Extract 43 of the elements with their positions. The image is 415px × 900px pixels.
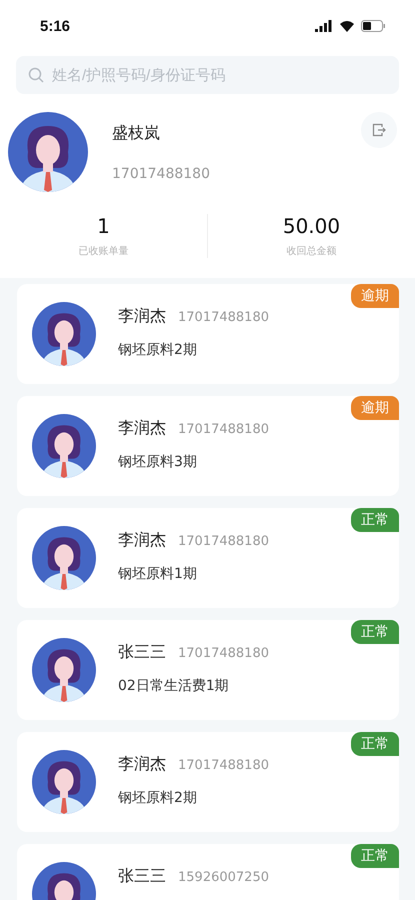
record-name: 张三三: [118, 866, 166, 887]
record-name: 李润杰: [118, 530, 166, 551]
record-phone: 17017488180: [178, 534, 269, 549]
record-card[interactable]: 张三三 17017488180 02日常生活费1期 正常: [17, 620, 399, 720]
record-card[interactable]: 李润杰 17017488180 钢坯原料2期 正常: [17, 732, 399, 832]
record-phone: 17017488180: [178, 310, 269, 325]
record-name: 李润杰: [118, 418, 166, 439]
stat-label: 收回总金额: [286, 244, 336, 258]
wifi-icon: [339, 20, 355, 32]
stat-value: 50.00: [282, 214, 340, 238]
status-badge: 逾期: [351, 396, 399, 420]
status-badge: 正常: [351, 508, 399, 532]
record-phone: 15926007250: [178, 870, 269, 885]
record-item: 钢坯原料1期: [118, 565, 198, 583]
status-badge: 逾期: [351, 284, 399, 308]
record-card[interactable]: 李润杰 17017488180 钢坯原料1期 正常: [17, 508, 399, 608]
stat-value: 1: [97, 214, 110, 238]
status-badge: 正常: [351, 732, 399, 756]
record-item: 钢坯原料2期: [118, 789, 198, 807]
record-item: 钢坯原料3期: [118, 453, 198, 471]
status-badge: 正常: [351, 844, 399, 868]
logout-icon: [372, 123, 386, 137]
record-name: 张三三: [118, 642, 166, 663]
profile-phone: 17017488180: [112, 166, 210, 182]
record-card[interactable]: 李润杰 17017488180 钢坯原料2期 逾期: [17, 284, 399, 384]
record-card[interactable]: 张三三 15926007250 正常: [17, 844, 399, 900]
battery-icon: [361, 20, 385, 32]
record-phone: 17017488180: [178, 758, 269, 773]
search-field[interactable]: 姓名/护照号码/身份证号码: [16, 56, 399, 94]
stat-label: 已收账单量: [78, 244, 128, 258]
record-card[interactable]: 李润杰 17017488180 钢坯原料3期 逾期: [17, 396, 399, 496]
record-item: 02日常生活费1期: [118, 677, 230, 695]
status-badge: 正常: [351, 620, 399, 644]
status-time: 5:16: [40, 18, 70, 34]
logout-button[interactable]: [361, 112, 397, 148]
record-item: 钢坯原料2期: [118, 341, 198, 359]
record-phone: 17017488180: [178, 646, 269, 661]
profile-name: 盛枝岚: [112, 122, 160, 144]
record-phone: 17017488180: [178, 422, 269, 437]
record-name: 李润杰: [118, 306, 166, 327]
signal-icon: [315, 20, 333, 32]
record-name: 李润杰: [118, 754, 166, 775]
search-icon: [28, 67, 44, 83]
